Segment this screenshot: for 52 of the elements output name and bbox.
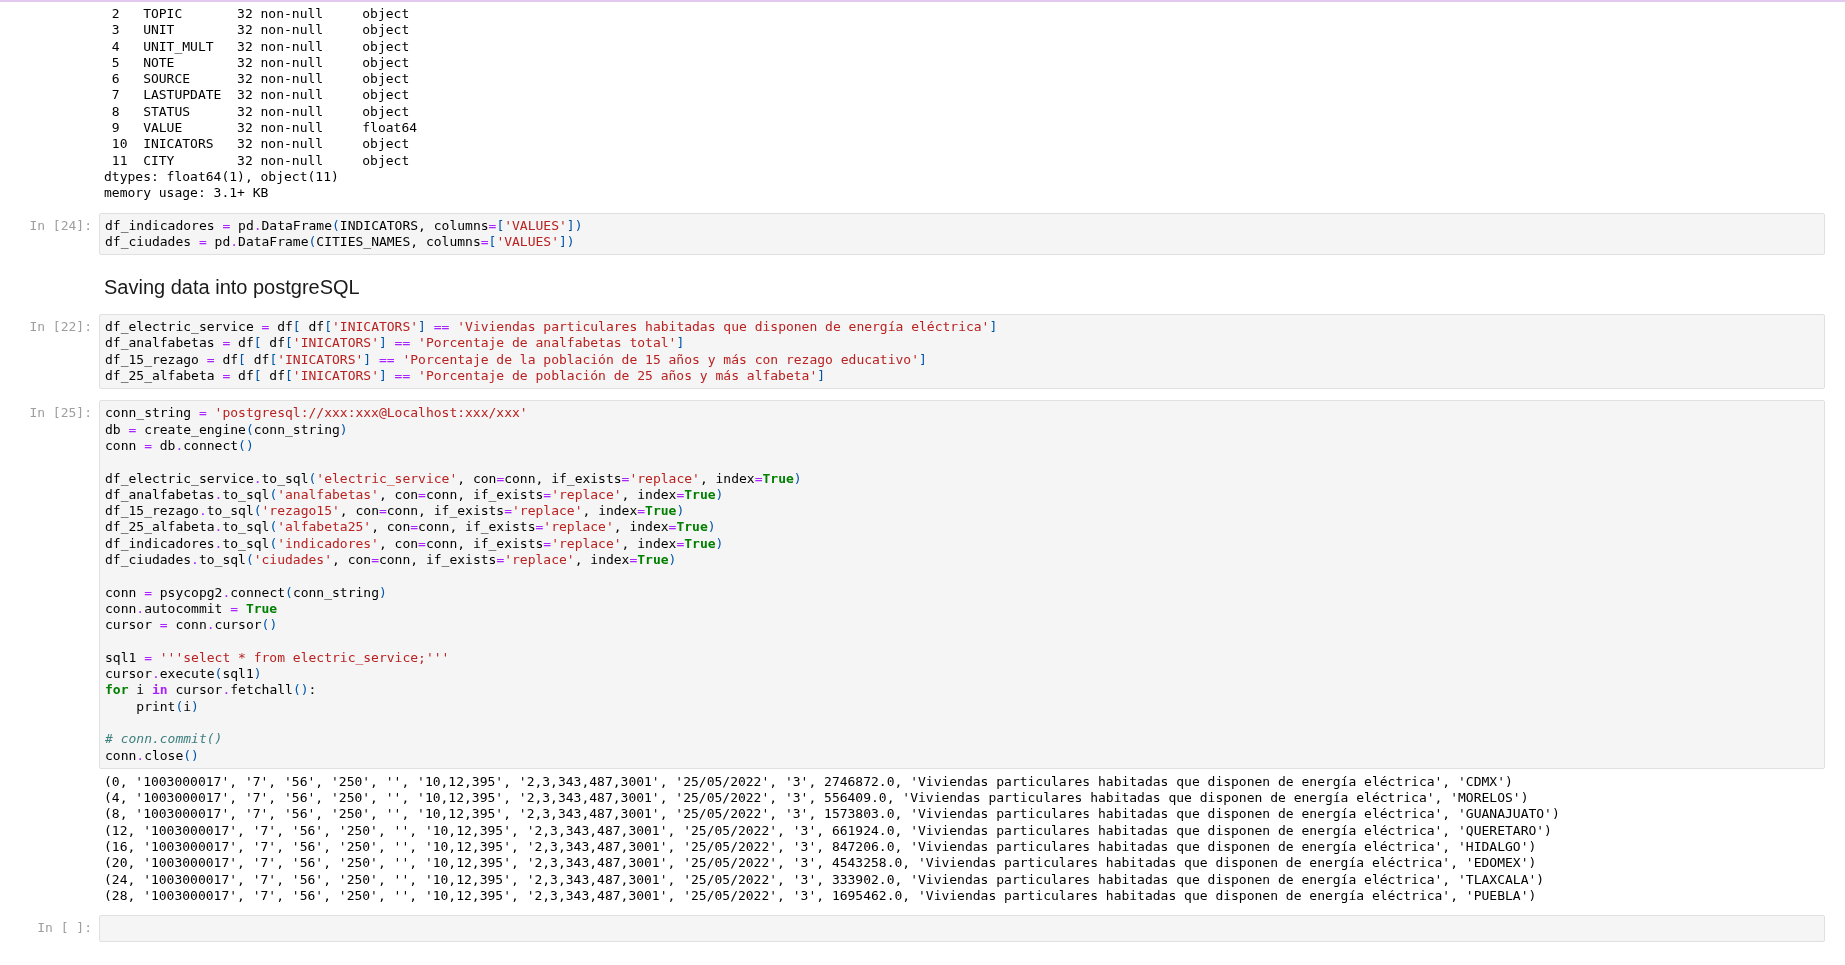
code-line: print(i) bbox=[135, 698, 199, 715]
code-line: # conn.commit() bbox=[105, 731, 223, 748]
code-editor[interactable] bbox=[99, 314, 1825, 390]
output-line: 6 SOURCE 32 non-null object bbox=[110, 71, 410, 88]
output-line: (20, '1003000017', '7', '56', '250', '', '10,12,395', '2,3,343,487,3001', '25/05/2022', '3', 4543258.0, 'Viviendas particulares habitadas que disponen de energía eléctrica', 'EDOMEX') bbox=[104, 855, 1537, 872]
code-line: df_25_alfabeta = df[ df['INICATORS'] == 'Porcentaje de población de 25 años y más alfabeta'] bbox=[105, 368, 826, 385]
output-line: (4, '1003000017', '7', '56', '250', '', '10,12,395', '2,3,343,487,3001', '25/05/2022', '3', 556409.0, 'Viviendas particulares habitadas que disponen de energía eléctrica', 'MORELOS') bbox=[104, 790, 1529, 807]
output-line: 7 LASTUPDATE 32 non-null object bbox=[110, 87, 410, 104]
code-line: df_indicadores.to_sql('indicadores', con=conn, if_exists='replace', index=True) bbox=[105, 535, 724, 552]
output-line: (8, '1003000017', '7', '56', '250', '', '10,12,395', '2,3,343,487,3001', '25/05/2022', '3', 1573803.0, 'Viviendas particulares habitadas que disponen de energía eléctrica', 'GUANAJUATO') bbox=[104, 806, 1560, 823]
code-line: conn = psycopg2.connect(conn_string) bbox=[105, 584, 387, 601]
code-line: df_electric_service = df[ df['INICATORS'] == 'Viviendas particulares habitadas que disponen de energía eléctrica'] bbox=[105, 319, 998, 336]
code-line: df_electric_service.to_sql('electric_service', con=conn, if_exists='replace', index=True) bbox=[105, 470, 802, 487]
output-line: 3 UNIT 32 non-null object bbox=[110, 22, 410, 39]
output-line: 5 NOTE 32 non-null object bbox=[110, 54, 410, 72]
output-line: (28, '1003000017', '7', '56', '250', '', '10,12,395', '2,3,343,487,3001', '25/05/2022', '3', 1695462.0, 'Viviendas particulares habitadas que disponen de energía eléctrica', 'PUEBLA') bbox=[104, 887, 1537, 905]
code-line: conn_string = 'postgresql://xxx:xxx@Localhost:xxx/xxx' bbox=[105, 405, 528, 422]
section-heading: Saving data into postgreSQL bbox=[104, 275, 360, 300]
output-line: 8 STATUS 32 non-null object bbox=[110, 103, 410, 121]
code-line: df_25_alfabeta.to_sql('alfabeta25', con=conn, if_exists='replace', index=True) bbox=[105, 519, 716, 536]
cell-prompt: In [24]: bbox=[28, 217, 92, 234]
cell-prompt: In [22]: bbox=[28, 319, 92, 336]
output-line: dtypes: float64(1), object(11) bbox=[104, 168, 339, 186]
output-line: (24, '1003000017', '7', '56', '250', '', '10,12,395', '2,3,343,487,3001', '25/05/2022', '3', 333902.0, 'Viviendas particulares habitadas que disponen de energía eléctrica', 'TLAXCALA') bbox=[104, 871, 1545, 888]
code-line: cursor.execute(sql1) bbox=[105, 666, 262, 683]
cell-prompt: In [ ]: bbox=[36, 920, 92, 937]
code-line: conn.close() bbox=[105, 747, 199, 764]
code-line: df_ciudades.to_sql('ciudades', con=conn, if_exists='replace', index=True) bbox=[105, 552, 677, 569]
code-line: conn.autocommit = True bbox=[105, 600, 278, 618]
output-line: memory usage: 3.1+ KB bbox=[104, 185, 269, 202]
output-line: (0, '1003000017', '7', '56', '250', '', '10,12,395', '2,3,343,487,3001', '25/05/2022', '3', 2746872.0, 'Viviendas particulares habitadas que disponen de energía eléctrica', 'CDMX') bbox=[104, 773, 1513, 791]
code-line: df_analfabetas.to_sql('analfabetas', con=conn, if_exists='replace', index=True) bbox=[105, 486, 724, 504]
code-line: db = create_engine(conn_string) bbox=[105, 421, 348, 438]
output-line: 9 VALUE 32 non-null float64 bbox=[110, 120, 418, 137]
output-line: 10 INICATORS 32 non-null object bbox=[110, 136, 410, 153]
code-line: for i in cursor.fetchall(): bbox=[105, 682, 317, 699]
code-line: df_15_rezago.to_sql('rezago15', con=conn, if_exists='replace', index=True) bbox=[105, 503, 685, 520]
cell-prompt: In [25]: bbox=[28, 405, 92, 422]
output-line: (12, '1003000017', '7', '56', '250', '', '10,12,395', '2,3,343,487,3001', '25/05/2022', '3', 661924.0, 'Viviendas particulares habitadas que disponen de energía eléctrica', 'QUERETARO') bbox=[104, 822, 1552, 840]
code-line: cursor = conn.cursor() bbox=[105, 617, 278, 634]
code-line: df_analfabetas = df[ df['INICATORS'] == 'Porcentaje de analfabetas total'] bbox=[105, 335, 685, 352]
output-line: 11 CITY 32 non-null object bbox=[110, 152, 410, 169]
code-editor[interactable]: df_indicadores = pd.DataFrame(INDICATORS, columns=['VALUES']) df_ciudades = pd.DataFrame(CITIES_NAMES, columns=['VALUES']) bbox=[99, 212, 1825, 256]
output-line: 2 TOPIC 32 non-null object bbox=[110, 6, 410, 23]
code-line: df_indicadores = pd.DataFrame(INDICATORS, columns=['VALUES']) bbox=[105, 217, 583, 234]
output-line: 4 UNIT_MULT 32 non-null object bbox=[110, 38, 410, 55]
code-line: conn = db.connect() bbox=[105, 437, 254, 455]
code-line: sql1 = '''select * from electric_service;''' bbox=[105, 649, 450, 667]
code-line: df_ciudades = pd.DataFrame(CITIES_NAMES, columns=['VALUES']) bbox=[105, 233, 575, 251]
output-line: (16, '1003000017', '7', '56', '250', '', '10,12,395', '2,3,343,487,3001', '25/05/2022', '3', 847206.0, 'Viviendas particulares habitadas que disponen de energía eléctrica', 'HIDALGO') bbox=[104, 839, 1537, 856]
code-line: df_15_rezago = df[ df['INICATORS'] == 'Porcentaje de la población de 15 años y más con rezago educativo'] bbox=[105, 351, 927, 369]
code-editor[interactable] bbox=[99, 400, 1825, 769]
